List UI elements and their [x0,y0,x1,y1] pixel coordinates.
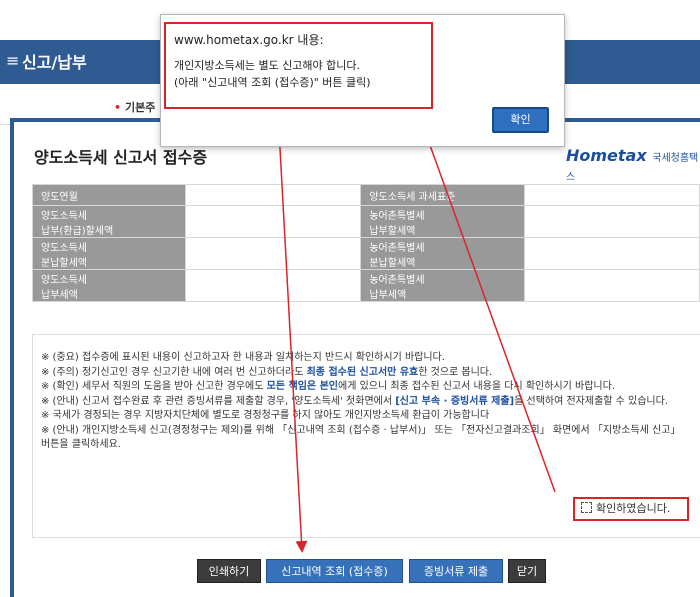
notice-line: ※ (중요) 접수증에 표시된 내용이 신고하고자 한 내용과 일치하는지 반드… [41,352,445,363]
table-value [523,237,700,270]
section-title: 신고/납부 [22,53,87,72]
summary-table: 양도연월 양도소득세 과세표준 양도소득세 납부(환급)할세액 농어촌특별세 납… [32,184,700,302]
notice-text: ※ (안내) 신고서 접수완료 후 관련 증빙서류를 제출할 경우, '양도소득… [41,395,396,407]
checkbox-icon[interactable] [581,502,592,513]
notice-highlight: 최종 접수된 신고서만 유효 [306,366,419,378]
table-label: 양도소득세 납부세액 [32,269,186,302]
notice-text: 에게 있으니 최종 접수된 신고서 내용을 다시 확인하시기 바랍니다. [338,381,616,392]
notice-highlight: [신고 부속 · 증빙서류 제출] [395,395,515,407]
logo-text: Hometax [566,146,647,165]
table-value [184,269,362,302]
notice-line: ※ 국세가 경정되는 경우 지방자치단체에 별도로 경정청구를 하지 않아도 개… [41,410,490,421]
table-label: 양도소득세 과세표준 [360,184,525,206]
close-button[interactable]: 닫기 [508,559,546,583]
notice-line: ※ (확인) 세무서 직원의 도움을 받아 신고한 경우에도 모든 책임은 본인… [41,380,689,395]
dialog-message: 개인지방소득세는 별도 신고해야 합니다. [174,59,361,72]
table-row: 양도소득세 납부(환급)할세액 농어촌특별세 납부할세액 [32,205,700,238]
evidence-button[interactable]: 증빙서류 제출 [409,559,503,583]
table-value [523,205,700,238]
menu-icon[interactable]: ≡ [6,51,19,70]
notice-body: ※ (중요) 접수증에 표시된 내용이 신고하고자 한 내용과 일치하는지 반드… [41,351,689,453]
table-value [184,205,362,238]
confirm-checkbox[interactable]: 확인하였습니다. [573,497,689,521]
hometax-logo: Hometax 국세청홈택스 [566,146,700,184]
dialog-title: www.hometax.go.kr 내용: [174,33,324,47]
notice-line: ※ (주의) 정기신고인 경우 신고기한 내에 여러 번 신고하더라도 최종 접… [41,366,689,381]
table-label: 농어촌특별세 납부세액 [360,269,525,302]
notice-text: 한 것으로 봅니다. [418,366,493,378]
table-value [184,184,362,206]
page-title: 양도소득세 신고서 접수증 [34,148,208,167]
table-label: 양도연월 [32,184,186,206]
table-label: 양도소득세 납부(환급)할세액 [32,205,186,238]
alert-dialog: www.hometax.go.kr 내용: 개인지방소득세는 별도 신고해야 합… [160,14,565,147]
print-button[interactable]: 인쇄하기 [197,559,261,583]
notice-box: ※ (중요) 접수증에 표시된 내용이 신고하고자 한 내용과 일치하는지 반드… [32,334,700,538]
notice-text: 을 선택하여 전자제출할 수 있습니다. [514,395,669,407]
receipt-panel: 양도소득세 신고서 접수증 Hometax 국세청홈택스 양도연월 양도소득세 … [10,118,700,597]
table-row: 양도소득세 분납할세액 농어촌특별세 분납할세액 [32,237,700,270]
notice-highlight: 모든 책임은 본인 [266,381,338,392]
table-value [184,237,362,270]
notice-line: ※ (안내) 신고서 접수완료 후 관련 증빙서류를 제출할 경우, '양도소득… [41,395,689,410]
subnav-tab-label: 기본주 [125,101,156,114]
notice-line-alert: ※ (안내) 개인지방소득세 신고(경정청구는 제외)를 위해 「신고내역 조회… [41,424,681,451]
dialog-message: (아래 "신고내역 조회 (접수증)" 버튼 클릭) [174,76,371,89]
confirm-label: 확인하였습니다. [596,502,671,515]
table-value [523,184,700,206]
notice-text: ※ (주의) 정기신고인 경우 신고기한 내에 여러 번 신고하더라도 [41,366,307,378]
subnav-tab[interactable]: • 기본주 [114,99,155,115]
table-label: 농어촌특별세 분납할세액 [360,237,525,270]
notice-text: ※ (확인) 세무서 직원의 도움을 받아 신고한 경우에도 [41,381,267,392]
table-value [523,269,700,302]
table-row: 양도연월 양도소득세 과세표준 [32,184,700,206]
bullet-icon: • [114,101,122,114]
table-label: 농어촌특별세 납부할세액 [360,205,525,238]
dialog-ok-button[interactable]: 확인 [492,107,549,133]
table-label: 양도소득세 분납할세액 [32,237,186,270]
table-row: 양도소득세 납부세액 농어촌특별세 납부세액 [32,269,700,302]
history-button[interactable]: 신고내역 조회 (접수증) [266,559,403,583]
